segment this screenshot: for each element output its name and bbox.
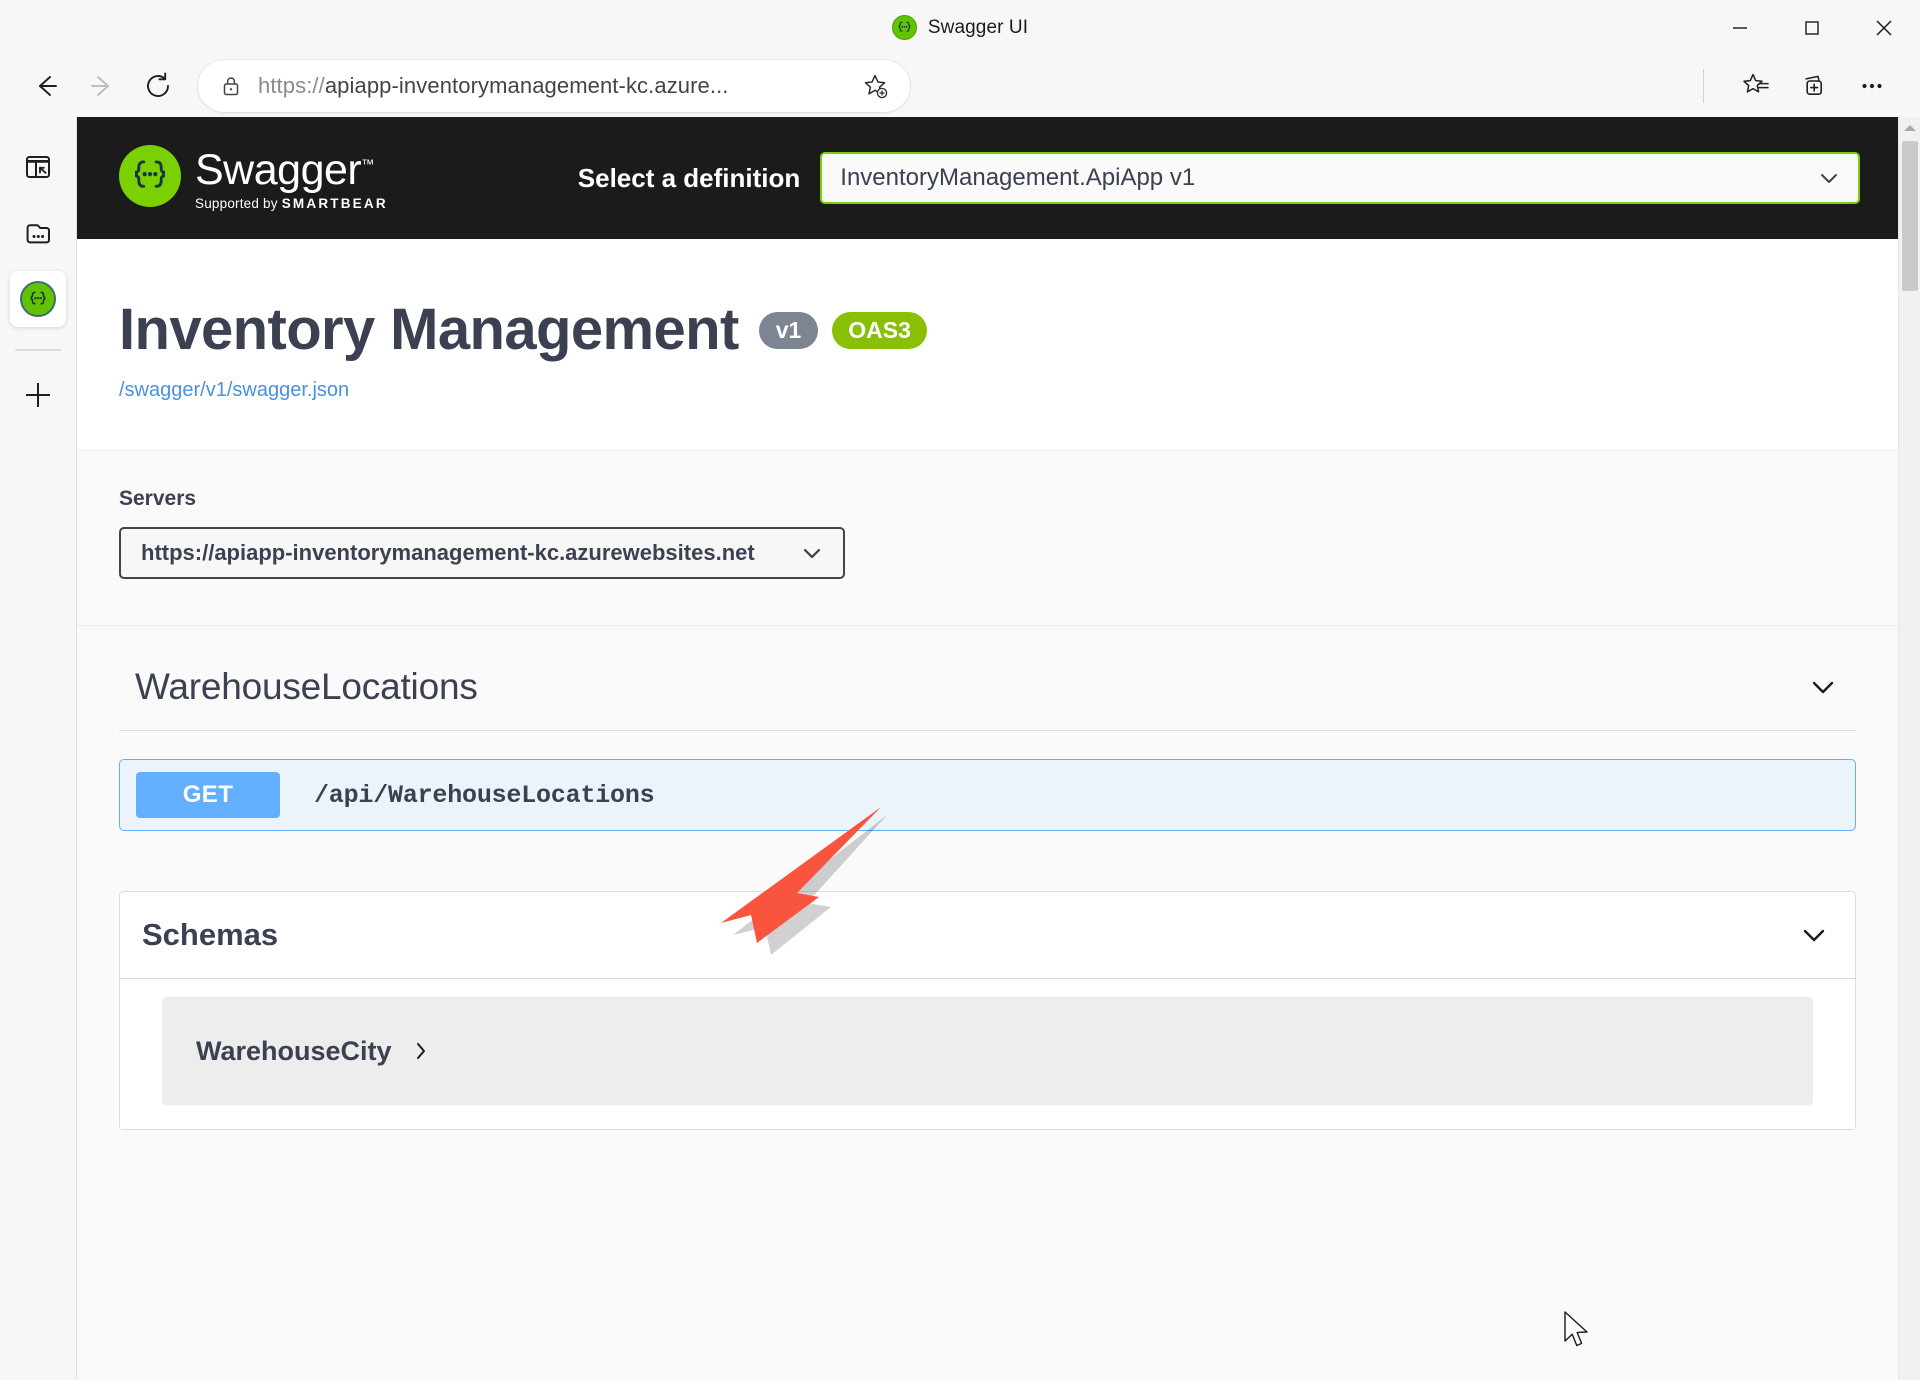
swagger-topbar: Swagger™ Supported by SMARTBEAR Select a … <box>77 117 1898 239</box>
schema-model-row[interactable]: WarehouseCity <box>162 997 1813 1105</box>
servers-wrap: Servers https://apiapp-inventorymanageme… <box>77 487 1527 579</box>
chevron-down-icon <box>1816 165 1842 191</box>
settings-more-icon[interactable] <box>1844 58 1900 114</box>
sidebar-divider <box>15 349 61 351</box>
forward-button[interactable] <box>74 58 130 114</box>
swagger-json-link[interactable]: /swagger/v1/swagger.json <box>119 379 1485 402</box>
oas-badge: OAS3 <box>832 311 927 349</box>
servers-label: Servers <box>119 487 197 510</box>
collections-icon[interactable] <box>1786 58 1842 114</box>
browser-window: Swagger UI https://apiapp-inventorymanag… <box>0 0 1920 1380</box>
close-button[interactable] <box>1848 0 1920 55</box>
toolbar-divider <box>1703 69 1704 103</box>
page-title: Inventory Management <box>119 297 739 362</box>
refresh-button[interactable] <box>130 58 186 114</box>
schemas-header[interactable]: Schemas <box>120 892 1855 979</box>
tag-header[interactable]: WarehouseLocations <box>119 666 1856 731</box>
server-selected-value: https://apiapp-inventorymanagement-kc.az… <box>141 540 755 565</box>
schemas-box: Schemas WarehouseCity <box>119 891 1856 1130</box>
smartbear-brand: SMARTBEAR <box>281 196 388 212</box>
chevron-down-icon[interactable] <box>1795 916 1833 954</box>
chevron-down-icon <box>799 540 825 566</box>
url-scheme: https:// <box>258 73 325 98</box>
operation-path: /api/WarehouseLocations <box>314 780 655 810</box>
api-title-row: Inventory Management v1 OAS3 <box>119 301 1485 359</box>
swagger-logo-icon <box>119 144 181 207</box>
schemas-section: Schemas WarehouseCity <box>77 831 1898 1130</box>
maximize-button[interactable] <box>1776 0 1848 55</box>
swagger-favicon <box>891 15 917 40</box>
operation-row-get[interactable]: GET /api/WarehouseLocations <box>119 759 1856 831</box>
page-viewport: Swagger™ Supported by SMARTBEAR Select a … <box>76 117 1920 1380</box>
lock-icon <box>220 74 248 98</box>
vertical-tab-sidebar <box>0 117 76 1380</box>
page-scrollbar[interactable] <box>1898 117 1920 1380</box>
supported-by-text: Supported by SMARTBEAR <box>195 196 388 212</box>
swagger-ui-app: Swagger™ Supported by SMARTBEAR Select a … <box>77 117 1898 1380</box>
scroll-up-arrow[interactable] <box>1899 117 1920 139</box>
trademark: ™ <box>361 156 374 172</box>
tab-actions-icon[interactable] <box>10 205 66 261</box>
browser-tab[interactable]: Swagger UI <box>891 15 1029 40</box>
swagger-wordmark: Swagger™ Supported by SMARTBEAR <box>195 145 388 212</box>
swagger-ui-tab-icon <box>20 281 56 317</box>
minimize-button[interactable] <box>1704 0 1776 55</box>
version-badge: v1 <box>758 311 819 349</box>
select-definition-label: Select a definition <box>577 162 801 193</box>
back-button[interactable] <box>18 58 74 114</box>
tab-title: Swagger UI <box>927 16 1029 38</box>
title-bar: Swagger UI <box>0 0 1920 55</box>
split-screen-icon[interactable] <box>10 139 66 195</box>
swagger-content: Inventory Management v1 OAS3 /swagger/v1… <box>77 239 1898 1130</box>
url-text: https://apiapp-inventorymanagement-kc.az… <box>258 73 852 99</box>
schema-model-name: WarehouseCity <box>196 1035 392 1066</box>
chevron-right-icon[interactable] <box>410 1040 432 1062</box>
tag-name: WarehouseLocations <box>135 666 478 707</box>
definition-selected-value: InventoryManagement.ApiApp v1 <box>840 164 1196 191</box>
toolbar-right-group <box>1693 58 1900 114</box>
sidebar-item-swagger-ui[interactable] <box>10 271 66 327</box>
address-bar[interactable]: https://apiapp-inventorymanagement-kc.az… <box>198 60 910 112</box>
operations-section: WarehouseLocations GET /api/WarehouseLoc… <box>77 626 1898 831</box>
schemas-title: Schemas <box>142 917 279 952</box>
swagger-word: Swagger™ <box>195 145 374 194</box>
window-controls <box>1704 0 1920 55</box>
http-method-badge: GET <box>136 772 280 818</box>
swagger-logo[interactable]: Swagger™ Supported by SMARTBEAR <box>119 144 388 212</box>
browser-body: Swagger™ Supported by SMARTBEAR Select a … <box>0 117 1920 1380</box>
tag-block-warehouselocations: WarehouseLocations GET /api/WarehouseLoc… <box>77 666 1898 831</box>
definition-select[interactable]: InventoryManagement.ApiApp v1 <box>820 152 1860 204</box>
new-tab-button[interactable] <box>10 367 66 423</box>
servers-section: Servers https://apiapp-inventorymanageme… <box>77 450 1898 626</box>
server-select[interactable]: https://apiapp-inventorymanagement-kc.az… <box>119 527 845 579</box>
api-info-section: Inventory Management v1 OAS3 /swagger/v1… <box>77 239 1898 450</box>
scrollbar-thumb[interactable] <box>1902 141 1918 291</box>
chevron-down-icon[interactable] <box>1804 668 1842 706</box>
favorites-icon[interactable] <box>1728 58 1784 114</box>
browser-toolbar: https://apiapp-inventorymanagement-kc.az… <box>0 55 1920 117</box>
schemas-body: WarehouseCity <box>120 979 1855 1129</box>
url-rest: apiapp-inventorymanagement-kc.azure... <box>324 73 729 98</box>
add-favorite-icon[interactable] <box>852 63 898 109</box>
definition-selector-group: Select a definition InventoryManagement.… <box>578 152 1860 204</box>
api-info-wrap: Inventory Management v1 OAS3 /swagger/v1… <box>77 301 1527 402</box>
